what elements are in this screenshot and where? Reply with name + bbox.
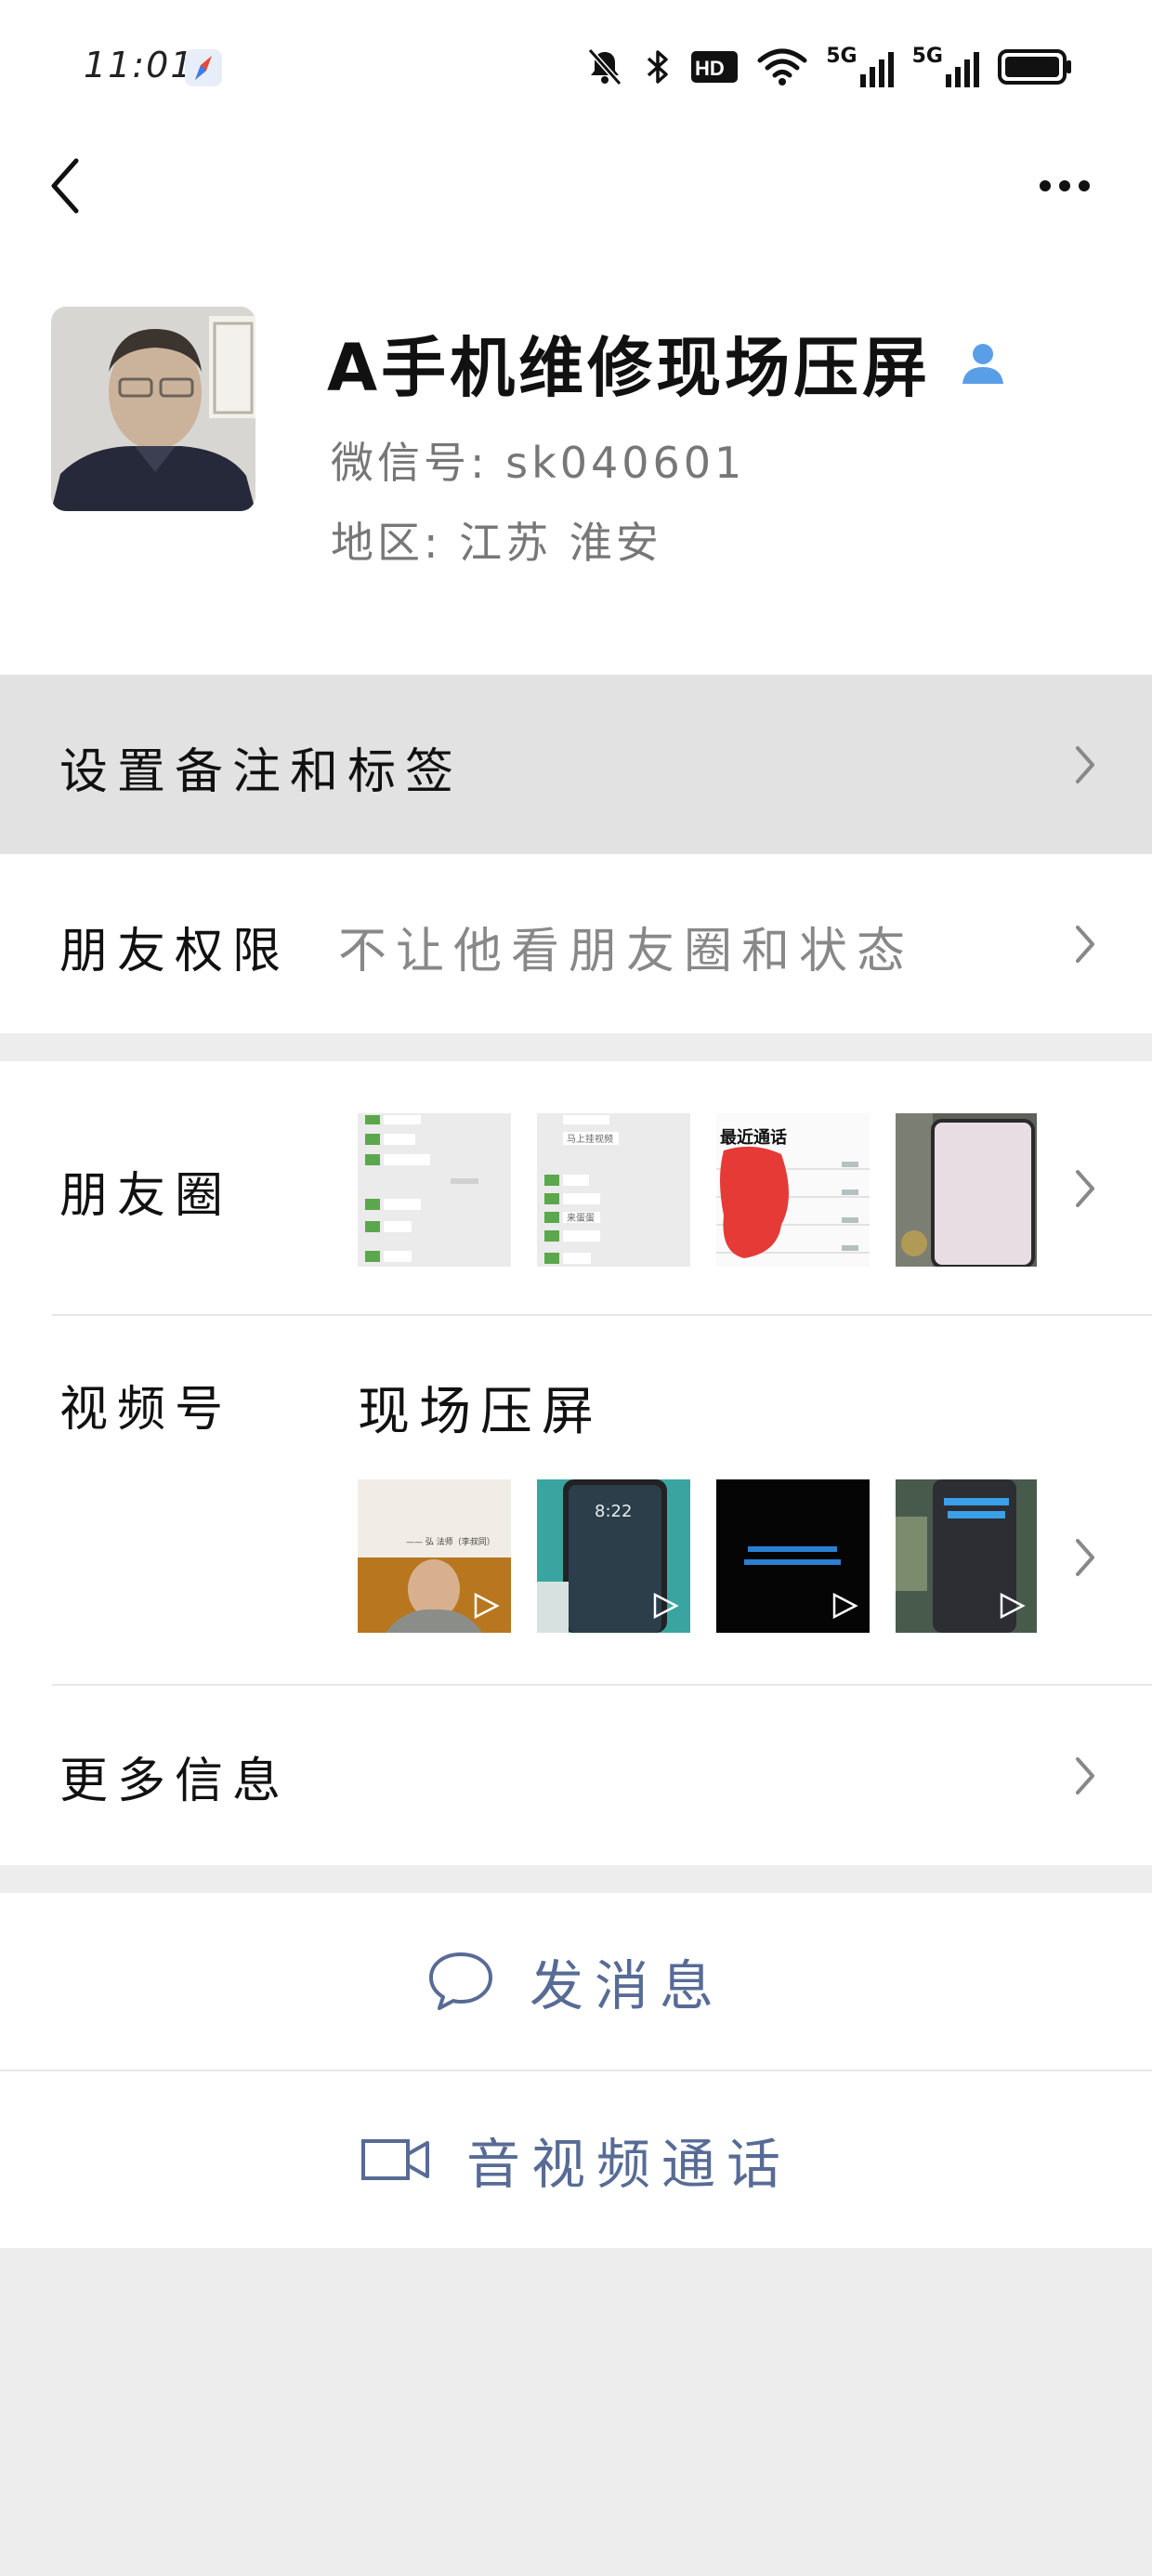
row-label: 设置备注和标签 [59,744,464,800]
status-icons: HD 5G 5G [584,43,1072,91]
moment-thumbnail[interactable]: 马上挂视频 来蛋蛋 [537,1113,690,1267]
channels-name: 现场压屏 [358,1382,603,1442]
chevron-right-icon [1076,1539,1094,1576]
network-type-2: 5G [911,45,943,68]
video-call-label: 音视频通话 [465,2133,792,2196]
chevron-left-icon [51,158,79,214]
chevron-right-icon [1076,1170,1094,1207]
signal-5g-icon: 5G [912,46,979,87]
bluetooth-icon [648,50,668,84]
more-options-button[interactable] [1028,158,1102,214]
chevron-right-icon [1076,746,1094,783]
signal-5g-icon: 5G [826,45,894,87]
network-type-1: 5G [826,45,857,68]
row-label: 朋友圈 [59,1168,233,1224]
back-button[interactable] [37,149,93,223]
compass-app-icon [185,49,222,86]
wechat-id: 微信号: sk040601 [331,438,746,488]
status-bar: 11:01 HD 5G 5G [0,0,1152,139]
channels-row[interactable]: 视频号 现场压屏 —— 弘 法师（李叔同） 8:22 [0,1316,1152,1686]
row-label: 朋友权限 [59,924,291,979]
friend-permissions-row[interactable]: 朋友权限 不让他看朋友圈和状态 [0,854,1152,1033]
more-dots-icon [1040,180,1051,191]
nickname: A手机维修现场压屏 [327,330,932,406]
thumb-caption: 8:22 [595,1502,632,1521]
status-time: 11:01 [84,45,195,85]
thumb-caption: 来蛋蛋 [567,1213,595,1224]
battery-icon [998,49,1071,85]
set-remark-and-tags-row[interactable]: 设置备注和标签 [0,675,1152,854]
channel-video-thumbnail[interactable]: —— 弘 法师（李叔同） [358,1479,511,1633]
row-label: 更多信息 [59,1754,291,1809]
send-message-label: 发消息 [529,1954,725,2017]
moment-thumbnail[interactable] [358,1113,511,1267]
nav-bar [0,139,1152,269]
moment-thumbnail[interactable] [896,1113,1037,1267]
thumb-caption: —— 弘 法师（李叔同） [406,1536,495,1547]
hd-icon: HD [691,51,739,83]
moments-thumbnails: 马上挂视频 来蛋蛋 最近通话 [358,1113,1037,1267]
permissions-value: 不让他看朋友圈和状态 [338,924,915,979]
play-icon [474,1592,500,1620]
play-icon [832,1592,858,1620]
more-info-row[interactable]: 更多信息 [0,1686,1152,1865]
thumb-caption: 马上挂视频 [567,1133,613,1145]
hd-label: HD [695,57,725,80]
chevron-right-icon [1076,1757,1094,1794]
profile-header: A手机维修现场压屏 微信号: sk040601 地区: 江苏 淮安 [0,269,1152,675]
chevron-right-icon [1076,926,1094,963]
channel-video-thumbnail[interactable]: 8:22 [537,1479,690,1633]
thumb-caption: 最近通话 [720,1127,787,1148]
region: 地区: 江苏 淮安 [331,518,662,568]
chat-bubble-icon [428,1952,492,2010]
channels-thumbnails: —— 弘 法师（李叔同） 8:22 [358,1479,1037,1633]
video-camera-icon [360,2139,429,2180]
send-message-button[interactable]: 发消息 [0,1893,1152,2070]
play-icon [653,1592,679,1620]
verified-user-icon [962,343,1004,384]
row-label: 视频号 [59,1382,233,1438]
avatar[interactable] [51,307,255,511]
video-call-button[interactable]: 音视频通话 [0,2071,1152,2248]
play-icon [1000,1592,1026,1620]
nickname-row: A手机维修现场压屏 [327,316,1009,410]
channel-video-thumbnail[interactable] [716,1479,870,1633]
channel-video-thumbnail[interactable] [896,1479,1037,1633]
moments-row[interactable]: 朋友圈 马上挂视频 来蛋蛋 最近通话 [0,1061,1152,1316]
wifi-icon [757,48,807,85]
moment-thumbnail[interactable]: 最近通话 [716,1113,870,1267]
mute-icon [588,48,622,85]
